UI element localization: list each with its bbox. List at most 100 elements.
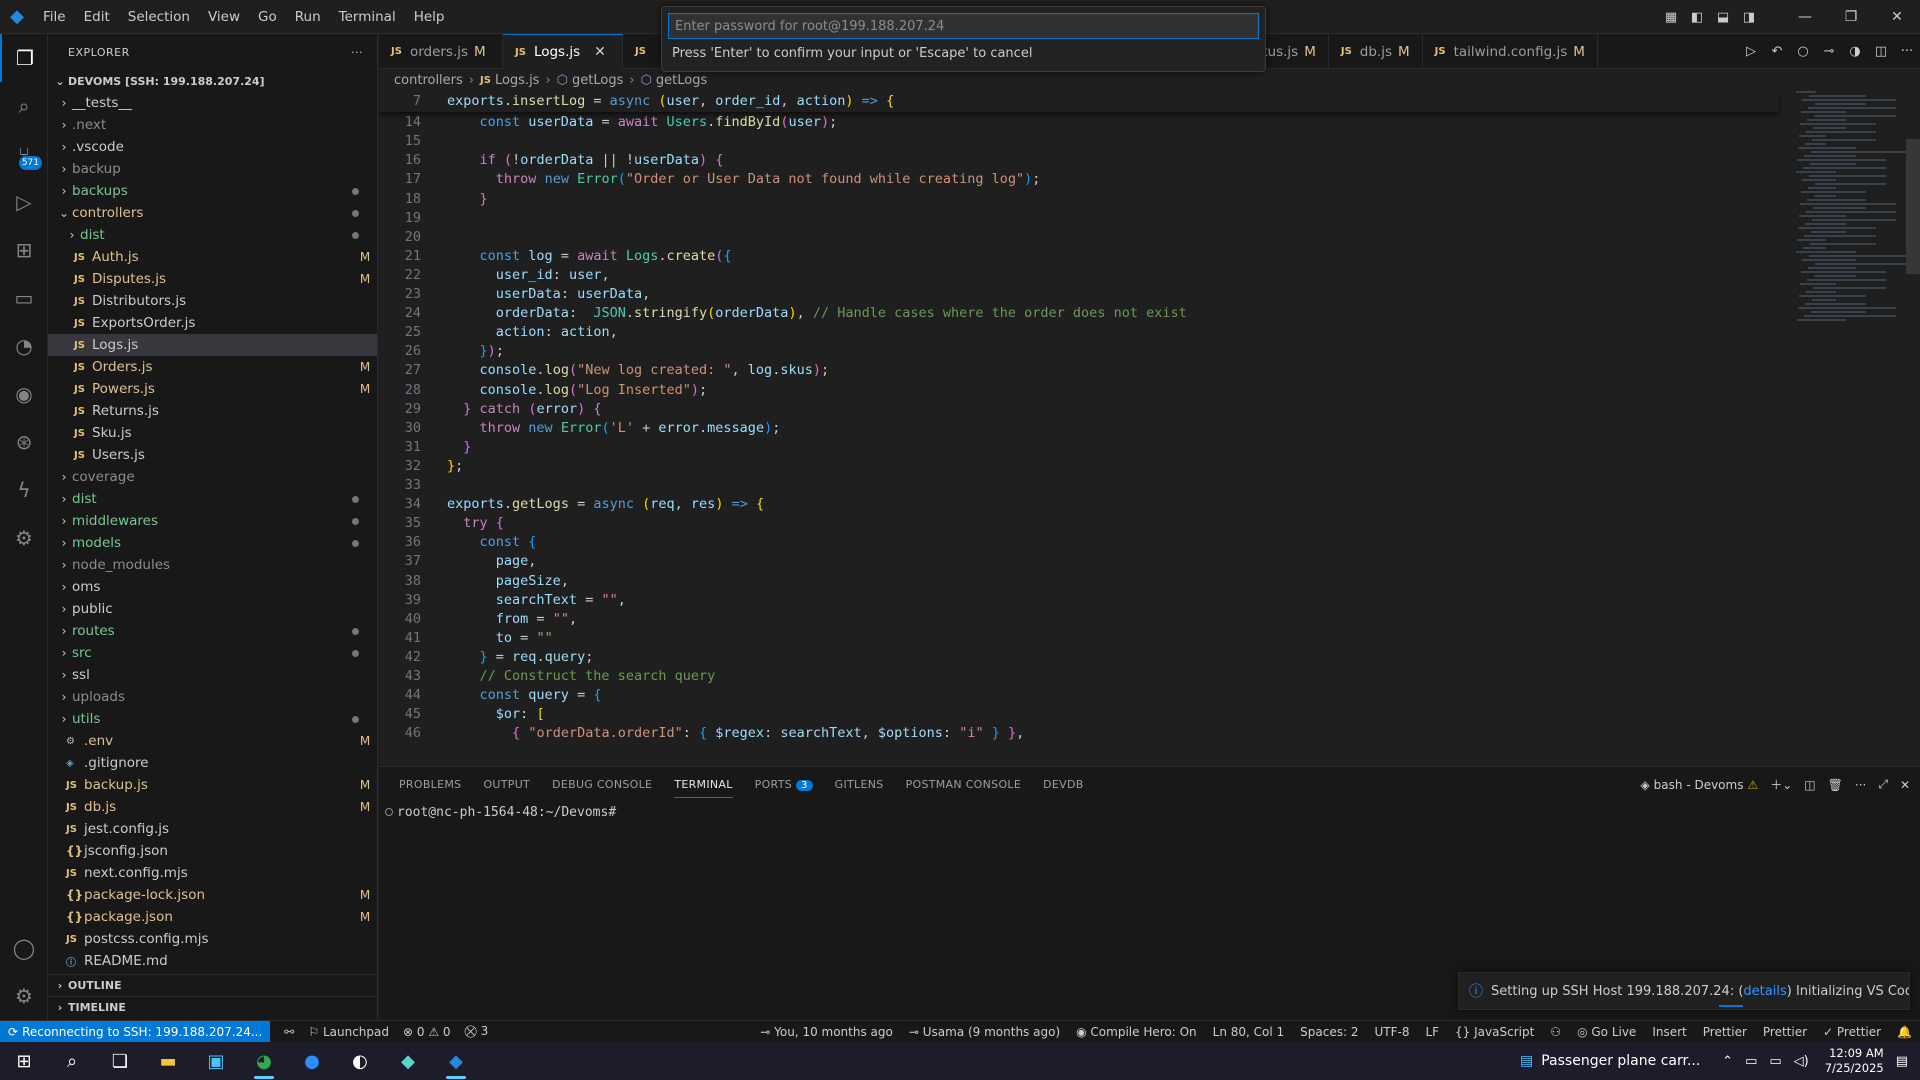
app-diamond-icon[interactable]: ◆ [384,1042,432,1080]
file-item[interactable]: JS ExportsOrder.js [48,312,377,334]
tab-orders-js[interactable]: JS orders.js M [379,34,503,69]
split-editor-icon[interactable]: ◫ [1868,44,1894,59]
app-circle-icon[interactable]: ◐ [336,1042,384,1080]
kill-terminal-icon[interactable]: 🗑 [1828,778,1843,792]
postman-icon[interactable]: ◉ [0,370,48,418]
file-item[interactable]: JS Users.js [48,444,377,466]
go-live[interactable]: ◎ Go Live [1577,1025,1636,1039]
folder-item[interactable]: › models [48,532,377,554]
file-item[interactable]: JS next.config.mjs [48,862,377,884]
code-editor[interactable]: 7 exports.insertLog = async (user, order_… [379,91,1920,766]
folder-item[interactable]: › public [48,598,377,620]
panel-tab-ports[interactable]: PORTS 3 [755,772,813,797]
panel-tab-problems[interactable]: PROBLEMS [399,772,461,797]
gitlens-inspect-icon[interactable]: ⊛ [0,418,48,466]
launchpad[interactable]: ⚐ Launchpad [308,1025,389,1039]
new-terminal-icon[interactable]: ＋⌄ [1770,776,1792,793]
toggle-secondary-sidebar-icon[interactable]: ◨ [1736,10,1762,25]
go-back-icon[interactable]: ↶ [1764,44,1790,59]
timeline-icon[interactable]: ○ [1790,44,1816,59]
file-item[interactable]: ◈ .gitignore [48,752,377,774]
menu-file[interactable]: File [34,0,75,34]
more-actions-icon[interactable]: ··· [1855,778,1866,792]
folder-item[interactable]: › coverage [48,466,377,488]
panel-tab-gitlens[interactable]: GITLENS [835,772,884,797]
file-item[interactable]: JS db.js M [48,796,377,818]
panel-tab-devdb[interactable]: DEVDB [1043,772,1083,797]
thunder-icon[interactable]: ϟ [0,466,48,514]
network-icon[interactable]: ▭ [1745,1054,1757,1069]
prettier-3[interactable]: ✓ Prettier [1823,1025,1881,1039]
chevron-up-icon[interactable]: ⌃ [1722,1054,1733,1069]
customize-layout-icon[interactable]: ▦ [1658,10,1684,25]
file-item[interactable]: {} package-lock.json M [48,884,377,906]
gitlens-blame-icon[interactable]: ◑ [1842,44,1868,59]
microsoft-store-icon[interactable]: ▣ [192,1042,240,1080]
folder-item[interactable]: › utils [48,708,377,730]
timeline-section[interactable]: › TIMELINE [48,996,378,1018]
editor-mode[interactable]: Insert [1652,1025,1686,1039]
password-input[interactable] [668,13,1259,39]
start-icon[interactable]: ⊞ [0,1042,48,1080]
language-mode[interactable]: {} JavaScript [1455,1025,1534,1039]
gitlens-icon[interactable]: ⚯ [284,1025,294,1039]
terminal-shell-name[interactable]: bash - Devoms [1654,778,1744,792]
sticky-scroll-header[interactable]: 7 exports.insertLog = async (user, order_… [379,91,1779,112]
notifications-bell-icon[interactable]: 🔔 [1897,1025,1912,1039]
run-debug-icon[interactable]: ▷ [0,178,48,226]
taskbar-search-icon[interactable]: ⌕ [48,1042,96,1080]
panel-tab-output[interactable]: OUTPUT [483,772,530,797]
volume-icon[interactable]: ◁) [1794,1054,1809,1069]
file-item[interactable]: {} package.json M [48,906,377,928]
folder-item[interactable]: › uploads [48,686,377,708]
file-item[interactable]: JS Returns.js [48,400,377,422]
toggle-panel-icon[interactable]: ⬓ [1710,10,1736,25]
folder-item[interactable]: › src [48,642,377,664]
account-icon[interactable]: ◯ [0,924,48,972]
file-item[interactable]: JS Powers.js M [48,378,377,400]
panel-tab-debug-console[interactable]: DEBUG CONSOLE [552,772,652,797]
tab-logs-js[interactable]: JS Logs.js ✕ [503,34,623,69]
menu-run[interactable]: Run [286,0,330,34]
folder-item[interactable]: › backups [48,180,377,202]
breadcrumb-symbol[interactable]: getLogs [572,73,623,88]
settings-gear-icon[interactable]: ⚙ [0,972,48,1020]
source-control-icon[interactable]: ⑂ 571 [0,130,48,178]
forwarded-ports[interactable]: ⛒ 3 [465,1024,489,1039]
folder-item[interactable]: › dist [48,224,377,246]
minimap[interactable] [1796,91,1906,391]
outline-section[interactable]: › OUTLINE [48,974,378,996]
menu-view[interactable]: View [199,0,249,34]
prettier-1[interactable]: Prettier [1703,1025,1747,1039]
problems-indicator[interactable]: ⊗ 0 ⚠ 0 [403,1025,451,1039]
search-icon[interactable]: ⌕ [0,82,48,130]
remote-indicator[interactable]: ⟳ Reconnecting to SSH: 199.188.207.24... [0,1020,271,1043]
file-item[interactable]: {} jsconfig.json [48,840,377,862]
folder-item[interactable]: › __tests__ [48,92,377,114]
menu-go[interactable]: Go [249,0,286,34]
file-item[interactable]: JS Auth.js M [48,246,377,268]
more-actions-icon[interactable]: ··· [351,46,363,59]
tab-db-js[interactable]: JS db.js M [1329,34,1423,69]
file-item[interactable]: JS Disputes.js M [48,268,377,290]
menu-help[interactable]: Help [405,0,454,34]
breadcrumb-symbol-inner[interactable]: getLogs [656,73,707,88]
file-item[interactable]: JS Distributors.js [48,290,377,312]
encoding[interactable]: UTF-8 [1374,1025,1409,1039]
workspace-root[interactable]: ⌄ DEVOMS [SSH: 199.188.207.24] [48,70,377,92]
file-item[interactable]: JS Orders.js M [48,356,377,378]
compare-icon[interactable]: ⊸ [1816,44,1842,59]
folder-item[interactable]: › dist [48,488,377,510]
menu-terminal[interactable]: Terminal [330,0,405,34]
tab-hidden[interactable]: JS [623,34,663,69]
vscode-taskbar-icon[interactable]: ◆ [432,1042,480,1080]
chrome-icon[interactable]: ◕ [240,1042,288,1080]
file-item[interactable]: ⚙ .env M [48,730,377,752]
breadcrumb-folder[interactable]: controllers [394,73,463,88]
zoom-icon[interactable]: ● [288,1042,336,1080]
display-icon[interactable]: ▭ [1769,1054,1781,1069]
terminal-output[interactable]: root@nc-ph-1564-48:~/Devoms# [379,802,1920,820]
compile-hero[interactable]: ◉ Compile Hero: On [1076,1025,1197,1039]
menu-edit[interactable]: Edit [75,0,119,34]
folder-item[interactable]: › ssl [48,664,377,686]
